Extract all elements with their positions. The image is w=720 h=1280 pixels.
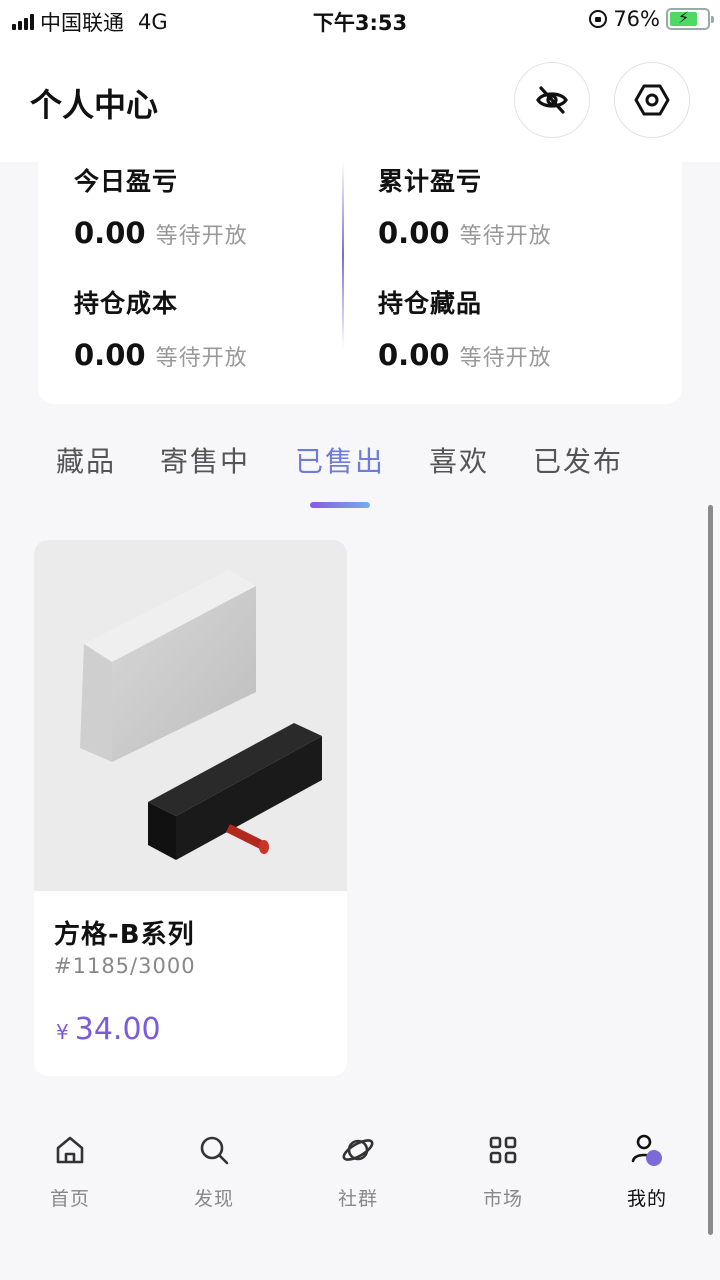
- tab-collections[interactable]: 藏品: [56, 440, 116, 480]
- search-icon: [200, 1136, 229, 1165]
- stat-label: 持仓成本: [74, 289, 179, 318]
- nav-market[interactable]: 市场: [463, 1130, 543, 1211]
- collection-price: ¥ 34.00: [56, 1012, 161, 1047]
- hide-amount-button[interactable]: [514, 62, 590, 138]
- nav-discover[interactable]: 发现: [174, 1130, 254, 1211]
- nav-label: 首页: [49, 1188, 90, 1210]
- tab-consigning[interactable]: 寄售中: [160, 440, 250, 480]
- stat-today-pl: 今日盈亏 0.00 等待开放: [74, 162, 248, 250]
- price-amount: 34.00: [74, 1012, 161, 1047]
- status-bar-right: 76% ⚡: [589, 7, 714, 31]
- stat-value: 0.00: [74, 338, 146, 372]
- nav-label: 社群: [337, 1188, 378, 1210]
- nav-label: 市场: [482, 1188, 523, 1210]
- stat-value: 0.00: [378, 338, 450, 372]
- active-tab-indicator: [310, 502, 370, 508]
- stat-label: 今日盈亏: [74, 167, 179, 196]
- page-title: 个人中心: [30, 86, 159, 124]
- collection-title: 方格-B系列: [54, 920, 195, 950]
- scrollbar[interactable]: [708, 505, 713, 1235]
- stat-note: 等待开放: [459, 346, 552, 371]
- tab-sold[interactable]: 已售出: [295, 440, 385, 480]
- stat-value: 0.00: [378, 216, 450, 250]
- collection-tabs: 藏品 寄售中 已售出 喜欢 已发布: [0, 440, 720, 510]
- status-bar: 中国联通 4G 下午3:53 76% ⚡: [0, 0, 720, 40]
- nav-label: 我的: [626, 1188, 667, 1210]
- stats-divider: [342, 162, 344, 348]
- stat-total-pl: 累计盈亏 0.00 等待开放: [378, 162, 552, 250]
- collection-card[interactable]: 方格-B系列 #1185/3000 ¥ 34.00: [34, 540, 347, 1076]
- nav-community[interactable]: 社群: [318, 1130, 398, 1211]
- settings-button[interactable]: [614, 62, 690, 138]
- currency-symbol: ¥: [56, 1020, 69, 1044]
- page-header: 个人中心: [0, 40, 720, 162]
- collection-image: [34, 540, 347, 891]
- stat-holding-cost: 持仓成本 0.00 等待开放: [74, 284, 248, 372]
- tab-published[interactable]: 已发布: [533, 440, 623, 480]
- stat-label: 累计盈亏: [378, 167, 483, 196]
- grid-icon: [489, 1136, 517, 1164]
- stat-note: 等待开放: [459, 224, 552, 249]
- nav-label: 发现: [193, 1188, 234, 1210]
- home-icon: [56, 1136, 84, 1164]
- battery-percent: 76%: [613, 7, 660, 31]
- planet-icon: [342, 1139, 374, 1161]
- user-icon: [631, 1134, 662, 1166]
- stats-card: 今日盈亏 0.00 等待开放 累计盈亏 0.00 等待开放 持仓成本 0.00 …: [38, 150, 682, 404]
- nav-profile[interactable]: 我的: [607, 1130, 687, 1211]
- rotation-lock-icon: [589, 10, 608, 28]
- stat-note: 等待开放: [155, 224, 248, 249]
- collection-serial: #1185/3000: [54, 954, 196, 978]
- battery-icon: ⚡: [666, 8, 714, 30]
- eye-off-icon: [536, 86, 568, 114]
- stat-note: 等待开放: [155, 346, 248, 371]
- stat-holding-items: 持仓藏品 0.00 等待开放: [378, 284, 552, 372]
- hexagon-settings-icon: [634, 84, 670, 116]
- stat-value: 0.00: [74, 216, 146, 250]
- stat-label: 持仓藏品: [378, 289, 483, 318]
- bottom-nav: 首页 发现 社群 市场 我的: [0, 1130, 720, 1280]
- nav-home[interactable]: 首页: [30, 1130, 110, 1211]
- tab-liked[interactable]: 喜欢: [429, 440, 489, 480]
